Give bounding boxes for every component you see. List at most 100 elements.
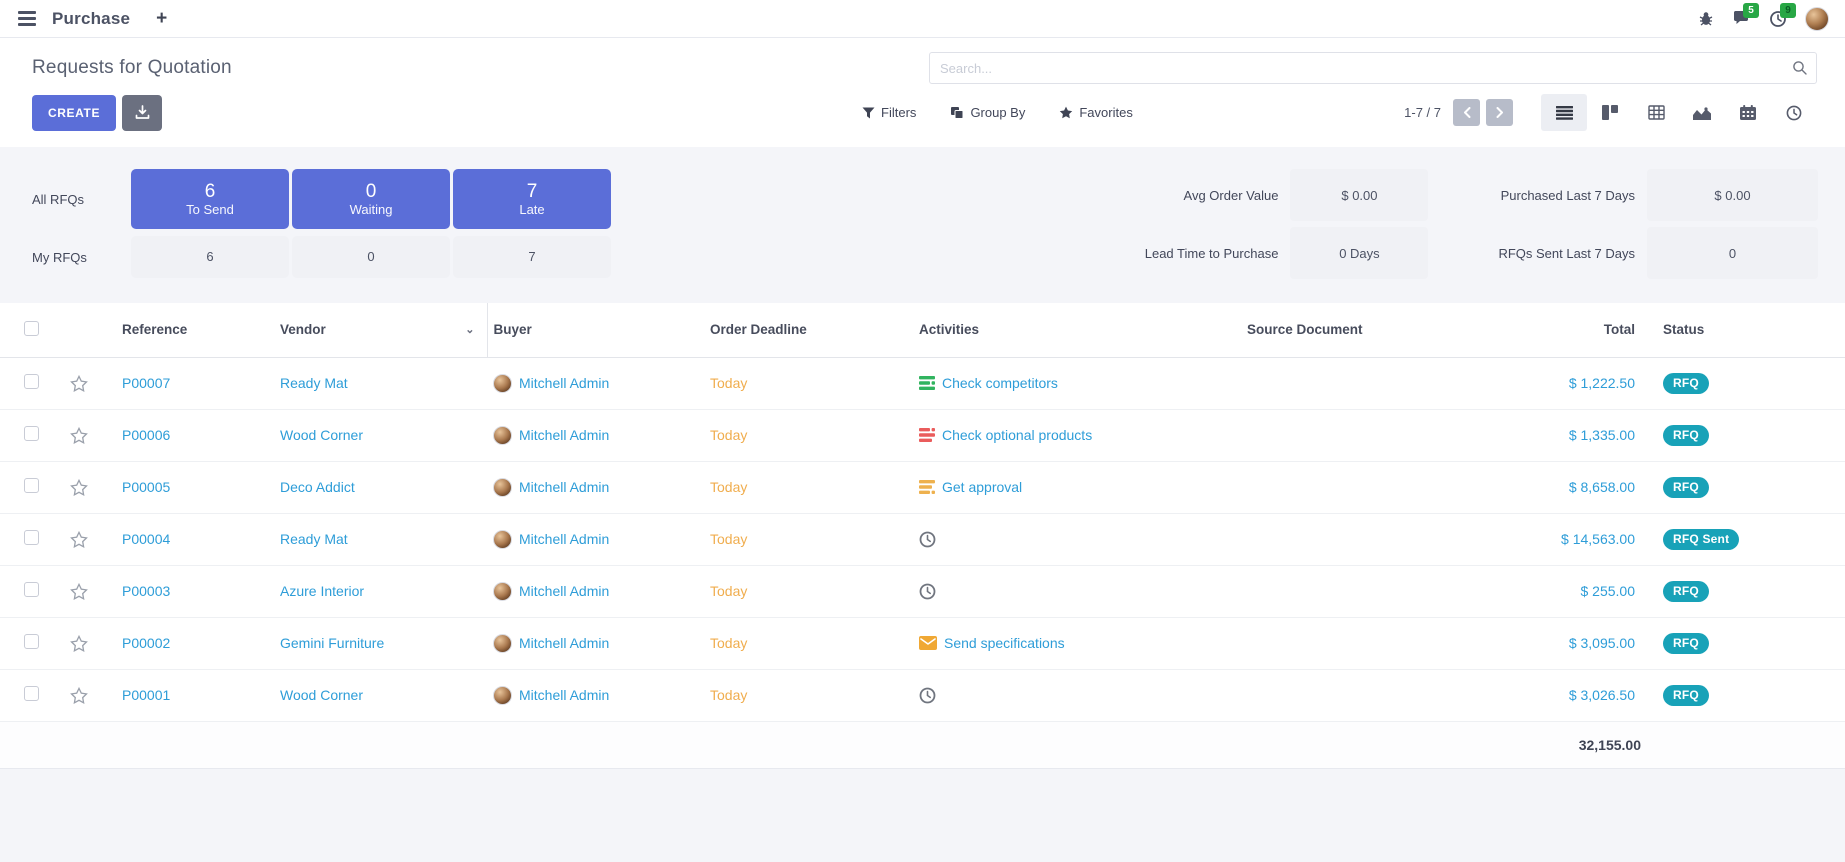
buyer-avatar — [493, 374, 512, 393]
messages-icon[interactable]: 5 — [1732, 10, 1751, 27]
export-download-button[interactable] — [122, 95, 162, 131]
activity-cell[interactable] — [919, 687, 1235, 704]
buyer-name[interactable]: Mitchell Admin — [519, 427, 609, 443]
group-by-menu[interactable]: Group By — [950, 105, 1025, 120]
activity-view-icon[interactable] — [1771, 94, 1817, 131]
table-row[interactable]: P00003 Azure Interior Mitchell Admin Tod… — [0, 565, 1845, 617]
app-name[interactable]: Purchase — [52, 9, 130, 29]
activity-cell[interactable] — [919, 583, 1235, 600]
favorites-label: Favorites — [1079, 105, 1132, 120]
activity-cell[interactable]: Check competitors — [919, 375, 1235, 391]
column-header-activities[interactable]: Activities — [913, 303, 1241, 357]
status-badge: RFQ Sent — [1663, 529, 1739, 550]
vendor-link[interactable]: Ready Mat — [274, 357, 487, 409]
pager-previous-button[interactable] — [1453, 99, 1480, 126]
status-badge: RFQ — [1663, 477, 1709, 498]
vendor-link[interactable]: Azure Interior — [274, 565, 487, 617]
kpi-to-send-card[interactable]: 6 To Send — [131, 169, 289, 229]
column-header-vendor[interactable]: Vendor⌄ — [274, 303, 487, 357]
column-header-buyer[interactable]: Buyer — [487, 303, 704, 357]
vendor-link[interactable]: Wood Corner — [274, 409, 487, 461]
activity-cell[interactable] — [919, 531, 1235, 548]
lead-time-value: 0 Days — [1290, 227, 1428, 279]
buyer-name[interactable]: Mitchell Admin — [519, 375, 609, 391]
total-amount: $ 3,026.50 — [1541, 669, 1641, 721]
buyer-name[interactable]: Mitchell Admin — [519, 479, 609, 495]
column-header-source-document[interactable]: Source Document — [1241, 303, 1541, 357]
buyer-name[interactable]: Mitchell Admin — [519, 687, 609, 703]
new-tab-button[interactable]: + — [156, 9, 167, 28]
activity-cell[interactable]: Send specifications — [919, 635, 1235, 651]
vendor-link[interactable]: Wood Corner — [274, 669, 487, 721]
row-checkbox[interactable] — [24, 686, 39, 701]
vendor-link[interactable]: Ready Mat — [274, 513, 487, 565]
page-title: Requests for Quotation — [32, 57, 232, 79]
search-input[interactable] — [940, 61, 1786, 76]
row-checkbox[interactable] — [24, 582, 39, 597]
filters-menu[interactable]: Filters — [862, 105, 916, 120]
activity-cell[interactable]: Get approval — [919, 479, 1235, 495]
rfq-reference-link[interactable]: P00001 — [116, 669, 274, 721]
create-button[interactable]: CREATE — [32, 95, 116, 131]
table-row[interactable]: P00005 Deco Addict Mitchell Admin Today … — [0, 461, 1845, 513]
control-panel: Requests for Quotation CREATE Filters Gr… — [0, 38, 1845, 147]
activities-clock-icon[interactable]: 9 — [1769, 10, 1787, 28]
rfq-reference-link[interactable]: P00002 — [116, 617, 274, 669]
rfq-reference-link[interactable]: P00005 — [116, 461, 274, 513]
select-all-checkbox[interactable] — [24, 321, 39, 336]
vendor-link[interactable]: Gemini Furniture — [274, 617, 487, 669]
source-document — [1241, 461, 1541, 513]
table-row[interactable]: P00006 Wood Corner Mitchell Admin Today … — [0, 409, 1845, 461]
row-checkbox[interactable] — [24, 530, 39, 545]
kpi-waiting-card-label: Waiting — [350, 202, 393, 217]
graph-view-icon[interactable] — [1679, 94, 1725, 131]
debug-bug-icon[interactable] — [1698, 11, 1714, 27]
kpi-waiting-card[interactable]: 0 Waiting — [292, 169, 450, 229]
table-row[interactable]: P00004 Ready Mat Mitchell Admin Today $ … — [0, 513, 1845, 565]
column-header-total[interactable]: Total — [1541, 303, 1641, 357]
favorite-star-icon[interactable] — [70, 375, 88, 392]
kanban-view-icon[interactable] — [1587, 94, 1633, 131]
vendor-link[interactable]: Deco Addict — [274, 461, 487, 513]
calendar-view-icon[interactable] — [1725, 94, 1771, 131]
pivot-view-icon[interactable] — [1633, 94, 1679, 131]
search-box[interactable] — [929, 52, 1817, 84]
rfq-reference-link[interactable]: P00007 — [116, 357, 274, 409]
table-row[interactable]: P00001 Wood Corner Mitchell Admin Today … — [0, 669, 1845, 721]
favorite-star-icon[interactable] — [70, 687, 88, 704]
user-avatar[interactable] — [1805, 7, 1829, 31]
favorite-star-icon[interactable] — [70, 531, 88, 548]
buyer-name[interactable]: Mitchell Admin — [519, 583, 609, 599]
favorite-star-icon[interactable] — [70, 479, 88, 496]
apps-menu-icon[interactable] — [16, 7, 38, 30]
favorites-menu[interactable]: Favorites — [1059, 105, 1132, 120]
table-row[interactable]: P00002 Gemini Furniture Mitchell Admin T… — [0, 617, 1845, 669]
column-header-status[interactable]: Status — [1641, 303, 1789, 357]
kpi-my-to-send-card[interactable]: 6 — [131, 236, 289, 278]
pager-next-button[interactable] — [1486, 99, 1513, 126]
row-checkbox[interactable] — [24, 426, 39, 441]
buyer-name[interactable]: Mitchell Admin — [519, 531, 609, 547]
status-badge: RFQ — [1663, 633, 1709, 654]
activity-cell[interactable]: Check optional products — [919, 427, 1235, 443]
favorite-star-icon[interactable] — [70, 427, 88, 444]
column-header-reference[interactable]: Reference — [116, 303, 274, 357]
row-checkbox[interactable] — [24, 478, 39, 493]
buyer-name[interactable]: Mitchell Admin — [519, 635, 609, 651]
row-checkbox[interactable] — [24, 374, 39, 389]
kpi-my-late-card[interactable]: 7 — [453, 236, 611, 278]
source-document — [1241, 565, 1541, 617]
row-checkbox[interactable] — [24, 634, 39, 649]
table-row[interactable]: P00007 Ready Mat Mitchell Admin Today Ch… — [0, 357, 1845, 409]
rfq-reference-link[interactable]: P00006 — [116, 409, 274, 461]
status-badge: RFQ — [1663, 373, 1709, 394]
favorite-star-icon[interactable] — [70, 583, 88, 600]
rfq-reference-link[interactable]: P00004 — [116, 513, 274, 565]
list-view-icon[interactable] — [1541, 94, 1587, 131]
search-icon[interactable] — [1792, 60, 1808, 76]
column-header-order-deadline[interactable]: Order Deadline — [704, 303, 913, 357]
kpi-my-waiting-card[interactable]: 0 — [292, 236, 450, 278]
rfq-reference-link[interactable]: P00003 — [116, 565, 274, 617]
favorite-star-icon[interactable] — [70, 635, 88, 652]
kpi-late-card[interactable]: 7 Late — [453, 169, 611, 229]
